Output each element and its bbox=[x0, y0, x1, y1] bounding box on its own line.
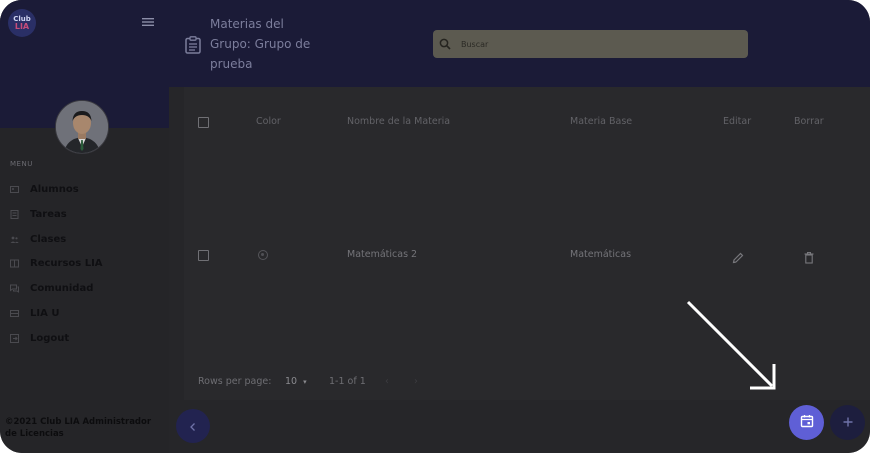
collapse-sidebar-button[interactable] bbox=[176, 409, 210, 443]
pagination-range: 1-1 of 1 bbox=[329, 376, 366, 387]
color-swatch bbox=[258, 250, 268, 260]
sidebar-item-tareas[interactable]: Tareas bbox=[10, 205, 67, 223]
avatar[interactable] bbox=[55, 100, 109, 154]
column-header-delete: Borrar bbox=[794, 116, 824, 127]
sidebar-item-label: Recursos LIA bbox=[30, 257, 103, 269]
plus-icon bbox=[842, 413, 854, 432]
logo-text-lia: LIA bbox=[14, 22, 30, 31]
sidebar: Club LIA MENU Alumnos Tareas Clases Recu… bbox=[0, 0, 169, 453]
tasks-icon bbox=[10, 209, 19, 219]
sidebar-item-logout[interactable]: Logout bbox=[10, 329, 69, 347]
calendar-icon bbox=[800, 413, 814, 432]
sidebar-item-lia-u[interactable]: LIA U bbox=[10, 304, 59, 322]
resources-icon bbox=[10, 259, 19, 268]
app-frame: Club LIA MENU Alumnos Tareas Clases Recu… bbox=[0, 0, 870, 453]
club-lia-logo[interactable]: Club LIA bbox=[8, 9, 36, 37]
person-card-icon bbox=[10, 185, 19, 194]
search-input[interactable] bbox=[461, 39, 741, 49]
column-header-base: Materia Base bbox=[570, 116, 633, 127]
base-subject-cell: Matemáticas bbox=[570, 249, 632, 260]
sidebar-item-alumnos[interactable]: Alumnos bbox=[10, 180, 79, 198]
sidebar-item-comunidad[interactable]: Comunidad bbox=[10, 279, 93, 297]
page-title: Materias del Grupo: Grupo de prueba bbox=[210, 17, 311, 71]
sidebar-item-label: LIA U bbox=[30, 307, 60, 319]
rows-per-page-label: Rows per page: bbox=[198, 376, 272, 387]
search-icon bbox=[439, 38, 451, 50]
sidebar-item-label: Tareas bbox=[30, 208, 67, 220]
copyright-text: ©2021 Club LIA Administrador de Licencia… bbox=[5, 417, 152, 439]
page-header: Materias del Grupo: Grupo de prueba bbox=[169, 0, 870, 87]
row-checkbox[interactable] bbox=[198, 250, 209, 261]
calendar-button[interactable] bbox=[789, 405, 824, 440]
caret-down-icon: ▾ bbox=[303, 378, 307, 386]
chevron-left-icon bbox=[188, 417, 198, 436]
sidebar-item-clases[interactable]: Clases bbox=[10, 230, 66, 248]
edit-pencil-icon[interactable] bbox=[732, 249, 744, 264]
logout-icon bbox=[10, 333, 19, 343]
school-icon bbox=[10, 309, 19, 318]
sidebar-item-label: Alumnos bbox=[30, 183, 79, 195]
menu-label: MENU bbox=[10, 160, 33, 168]
previous-page-icon[interactable]: ‹ bbox=[385, 376, 389, 387]
forum-icon bbox=[10, 284, 19, 293]
rows-per-page-select[interactable]: 10 ▾ bbox=[285, 376, 307, 387]
add-subject-button[interactable] bbox=[830, 405, 865, 440]
select-all-checkbox[interactable] bbox=[198, 117, 209, 128]
rows-per-page-value: 10 bbox=[285, 376, 298, 387]
column-header-edit: Editar bbox=[723, 116, 752, 127]
hamburger-menu-icon[interactable] bbox=[141, 14, 155, 28]
sidebar-item-label: Clases bbox=[30, 233, 67, 245]
subject-name-cell: Matemáticas 2 bbox=[347, 249, 418, 260]
sidebar-item-recursos-lia[interactable]: Recursos LIA bbox=[10, 254, 103, 272]
main-content bbox=[169, 87, 870, 453]
column-header-name: Nombre de la Materia bbox=[347, 116, 451, 127]
delete-trash-icon[interactable] bbox=[804, 249, 814, 264]
clipboard-icon bbox=[185, 36, 201, 54]
column-header-color: Color bbox=[256, 116, 281, 127]
sidebar-item-label: Comunidad bbox=[30, 282, 94, 294]
arrow-pointer-icon bbox=[686, 300, 776, 390]
search-bar[interactable] bbox=[433, 30, 748, 58]
sidebar-item-label: Logout bbox=[30, 332, 70, 344]
group-icon bbox=[10, 235, 19, 244]
next-page-icon[interactable]: › bbox=[414, 376, 418, 387]
